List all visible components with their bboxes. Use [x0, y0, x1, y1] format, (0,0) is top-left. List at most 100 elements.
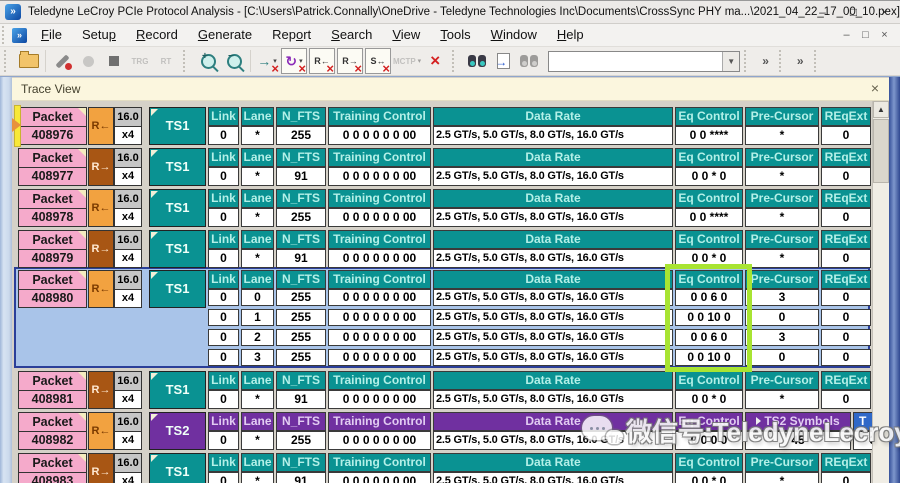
menu-item-record[interactable]: Record — [126, 24, 188, 46]
ts-ordered-set[interactable]: TS1 — [149, 371, 206, 409]
symbols-clear-icon[interactable]: S↔× — [365, 48, 391, 74]
goto-trigger-icon[interactable]: → — [491, 49, 515, 73]
column-header-pre_cursor: Pre-Cursor — [745, 270, 819, 289]
column-header-link: Link — [208, 148, 239, 167]
ts-ordered-set[interactable]: TS1 — [149, 230, 206, 268]
cell-lane: * — [241, 167, 274, 186]
packet-id-box[interactable]: Packet408976 — [18, 107, 87, 145]
direction-badge: R→ — [88, 148, 114, 186]
trigger-clear-icon[interactable]: →×▾ — [255, 49, 279, 73]
maximize-button[interactable]: □ — [838, 1, 869, 24]
cell-training_control: 0 0 0 0 0 0 00 — [328, 329, 431, 346]
toolbar-label: RT — [161, 57, 172, 66]
cell-eq_control: 0 0 * 0 — [675, 472, 743, 483]
downstream-clear-icon[interactable]: R→× — [337, 48, 363, 74]
document-icon[interactable]: » — [12, 28, 27, 43]
column-header-data_rate: Data Rate — [433, 270, 673, 289]
zoom-in-icon[interactable]: + — [196, 49, 220, 73]
speed-box: 16.0x4 — [114, 412, 142, 450]
ts-ordered-set[interactable]: TS1 — [149, 453, 206, 483]
cell-training_control: 0 0 0 0 0 0 00 — [328, 309, 431, 326]
cell-lane: 0 — [241, 289, 274, 306]
open-file-icon[interactable] — [17, 49, 41, 73]
ts-ordered-set[interactable]: TS1 — [149, 107, 206, 145]
menu-item-help[interactable]: Help — [547, 24, 594, 46]
scroll-thumb[interactable] — [873, 119, 889, 183]
menu-item-label: enerate — [208, 27, 252, 42]
menu-item-tools[interactable]: Tools — [430, 24, 480, 46]
ts-ordered-set[interactable]: TS1 — [149, 189, 206, 227]
toolbar: TRGRT+−→×▾↻×▾R←×R→×S↔×MCTP▾×→▼»» — [0, 47, 900, 76]
binoculars-glyph — [467, 55, 487, 67]
close-icon[interactable]: × — [871, 80, 879, 96]
overflow-chevron-icon[interactable]: » — [762, 54, 769, 68]
column-header-lane: Lane — [241, 453, 274, 472]
packet-id-box[interactable]: Packet408979 — [18, 230, 87, 268]
recording-options-icon[interactable] — [50, 49, 74, 73]
titlebar: » Teledyne LeCroy PCIe Protocol Analysis… — [0, 0, 900, 24]
find-icon[interactable] — [465, 49, 489, 73]
speed-box: 16.0x4 — [114, 189, 142, 227]
packet-id-box[interactable]: Packet408983 — [18, 453, 87, 483]
upstream-clear-icon[interactable]: R←× — [309, 48, 335, 74]
menu-item-view[interactable]: View — [382, 24, 430, 46]
speed-box: 16.0x4 — [114, 107, 142, 145]
speed-value: 16.0 — [115, 454, 141, 472]
column-header-pre_cursor: Pre-Cursor — [745, 453, 819, 472]
lane-row: 002550 0 0 0 0 0 002.5 GT/s, 5.0 GT/s, 8… — [208, 289, 871, 306]
ts-ordered-set[interactable]: TS1 — [149, 148, 206, 186]
filter-input[interactable] — [549, 54, 722, 68]
column-header-data_rate: Data Rate — [433, 189, 673, 208]
cell-reqext: 0 — [821, 126, 871, 145]
toolbar-grip — [814, 50, 822, 72]
cell-link: 0 — [208, 249, 239, 268]
filter-combobox[interactable]: ▼ — [548, 51, 740, 72]
speed-box: 16.0x4 — [114, 230, 142, 268]
packet-id-box[interactable]: Packet408981 — [18, 371, 87, 409]
direction-badge: R← — [88, 107, 114, 145]
cell-n_fts: 91 — [276, 167, 326, 186]
minimize-button[interactable]: – — [807, 1, 838, 24]
column-header-link: Link — [208, 230, 239, 249]
dropdown-arrow-icon[interactable]: ▼ — [722, 52, 739, 71]
mdi-restore-button[interactable]: □ — [856, 29, 875, 41]
packet-id-box[interactable]: Packet408982 — [18, 412, 87, 450]
menu-item-file[interactable]: File — [31, 24, 72, 46]
menu-items: FileSetupRecordGenerateReportSearchViewT… — [31, 24, 594, 46]
cell-link: 0 — [208, 289, 239, 306]
table-header-row: LinkLaneN_FTSTraining ControlData RateEq… — [208, 148, 871, 167]
menu-item-search[interactable]: Search — [321, 24, 382, 46]
scroll-up-button[interactable]: ▲ — [873, 101, 889, 118]
speed-value: 16.0 — [115, 149, 141, 167]
column-header-training_control: Training Control — [328, 453, 431, 472]
packet-id-box[interactable]: Packet408977 — [18, 148, 87, 186]
clear-all-icon[interactable]: × — [423, 49, 447, 73]
cell-eq_control: 0 0 **** — [675, 208, 743, 227]
ts-ordered-set[interactable]: TS2 — [149, 412, 206, 450]
packet-number: 408976 — [19, 126, 86, 144]
record-icon — [76, 49, 100, 73]
packet-number: 408983 — [19, 472, 86, 483]
packet-id-box[interactable]: Packet408980 — [18, 270, 87, 308]
menu-item-label: Setu — [82, 27, 109, 42]
mdi-minimize-button[interactable]: – — [837, 29, 856, 41]
overflow-chevron-icon[interactable]: » — [797, 54, 804, 68]
close-button[interactable]: × — [869, 1, 900, 24]
cell-reqext: 0 — [821, 289, 871, 306]
record-glyph — [83, 56, 94, 67]
packet-number: 408978 — [19, 208, 86, 226]
packet-id-box[interactable]: Packet408978 — [18, 189, 87, 227]
stop-icon[interactable] — [102, 49, 126, 73]
menu-item-generate[interactable]: Generate — [188, 24, 262, 46]
column-header-n_fts: N_FTS — [276, 148, 326, 167]
mdi-close-button[interactable]: × — [875, 29, 894, 41]
restart-clear-icon[interactable]: ↻×▾ — [281, 48, 307, 74]
menu-item-report[interactable]: Report — [262, 24, 321, 46]
ts-ordered-set[interactable]: TS1 — [149, 270, 206, 308]
zoom-out-icon[interactable]: − — [222, 49, 246, 73]
menu-item-window[interactable]: Window — [481, 24, 547, 46]
menu-item-setup[interactable]: Setup — [72, 24, 126, 46]
column-header-training_control: Training Control — [328, 371, 431, 390]
dropdown-arrow-icon[interactable]: ▾ — [418, 57, 422, 65]
watermark-text: 微信号:TeledyneLecroy — [626, 412, 900, 449]
